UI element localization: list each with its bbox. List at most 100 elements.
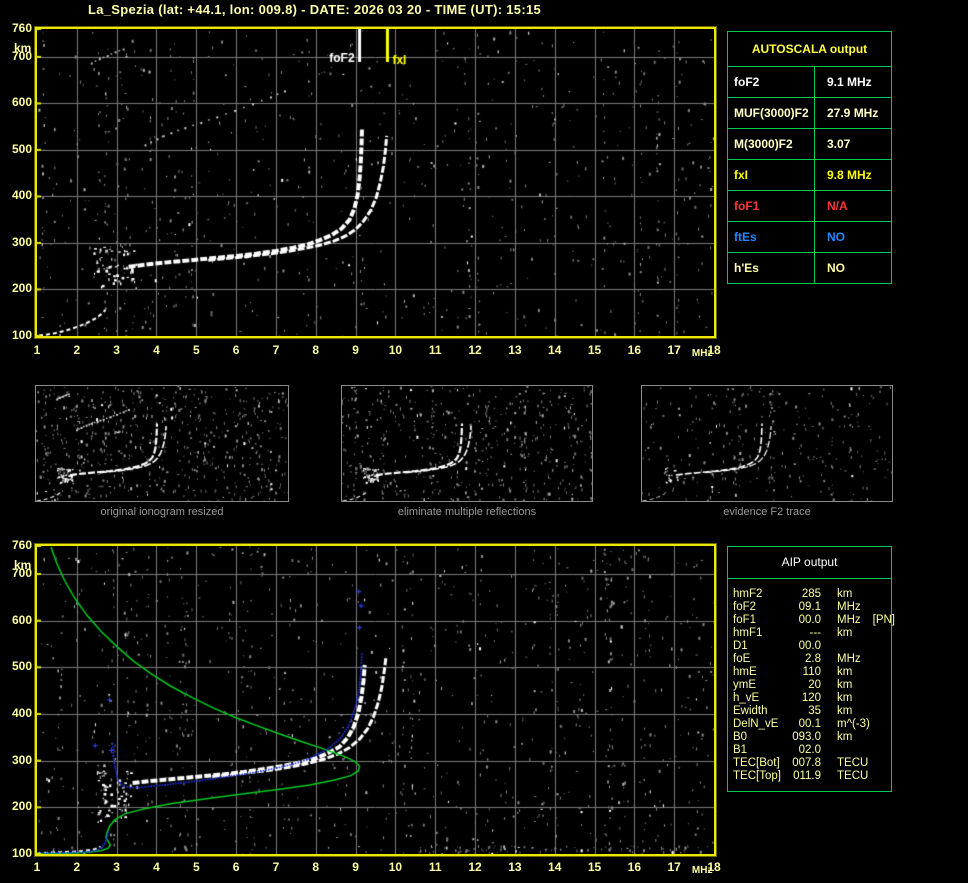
aip-row-label: foE: [733, 653, 751, 665]
aip-row-value: 011.9: [793, 770, 821, 782]
thumbnail-original-canvas: [36, 386, 288, 501]
aip-row-value: 007.8: [792, 757, 821, 769]
x-axis-label-top: 3: [113, 343, 120, 357]
x-axis-label-top: 4: [153, 343, 160, 357]
aip-row-unit: km: [837, 679, 853, 691]
profile-ionogram-canvas: [37, 546, 714, 854]
aip-row-value: 35: [808, 705, 821, 717]
scaled-ionogram-canvas: [37, 29, 714, 336]
x-axis-label-bottom: 13: [508, 860, 522, 874]
y-axis-label-top: 100: [11, 328, 32, 342]
aip-row-label: foF2: [733, 601, 757, 613]
thumbnail-original-ionogram: [35, 385, 289, 502]
x-axis-label-bottom: 12: [468, 860, 482, 874]
scaled-ionogram-chart: [34, 26, 717, 339]
page-title: La_Spezia (lat: +44.1, lon: 009.8) - DAT…: [88, 2, 542, 17]
aip-row-fof1: foF1 00.0 MHz [PN]: [728, 614, 895, 627]
x-axis-label-top: 17: [667, 343, 681, 357]
x-axis-label-bottom: 9: [352, 860, 359, 874]
aip-row-foe: foE 2.8 MHz: [728, 653, 891, 666]
autoscala-app-window: { "title": "La_Spezia (lat: +44.1, lon: …: [0, 0, 968, 883]
x-axis-label-top: 6: [232, 343, 240, 357]
autoscala-row-label: M(3000)F2: [728, 129, 815, 159]
aip-row-value: ---: [809, 627, 822, 639]
profile-ionogram-chart: [34, 543, 717, 857]
aip-row-extra: [PN]: [872, 614, 896, 626]
aip-row-unit: km: [837, 705, 853, 717]
aip-row-unit: TECU: [837, 770, 869, 782]
autoscala-row-label: foF2: [728, 67, 815, 97]
autoscala-row-h-es: h'Es NO: [728, 253, 891, 283]
aip-row-unit: km: [837, 588, 853, 600]
x-axis-label-top: 14: [548, 343, 562, 357]
x-axis-label-bottom: 11: [428, 860, 442, 874]
aip-row-unit: m^(-3): [837, 718, 870, 730]
aip-row-fof2: foF2 09.1 MHz: [728, 601, 891, 614]
aip-row-hmf1: hmF1 --- km: [728, 627, 891, 640]
y-axis-label-bottom: 200: [11, 799, 32, 814]
aip-row-h-ve: h_vE 120 km: [728, 692, 891, 705]
x-axis-label-top: 9: [352, 343, 359, 357]
autoscala-row-ftes: ftEs NO: [728, 222, 891, 253]
thumbnail-caption-original: original ionogram resized: [100, 506, 224, 518]
aip-row-value: 00.0: [798, 640, 821, 652]
aip-row-label: DelN_vE: [733, 718, 779, 730]
thumbnail-evidence-canvas: [642, 386, 892, 501]
x-axis-label-bottom: 15: [587, 860, 602, 874]
aip-row-value: 285: [801, 588, 821, 600]
x-axis-label-top: 13: [508, 343, 522, 357]
autoscala-row-muf-3000-f2: MUF(3000)F2 27.9 MHz: [728, 98, 891, 129]
autoscala-output-table: AUTOSCALA output foF2 9.1 MHz MUF(3000)F2 2…: [727, 31, 892, 284]
y-axis-unit-bottom: km: [14, 558, 32, 572]
aip-row-hme: hmE 110 km: [728, 666, 891, 679]
aip-row-unit: km: [837, 666, 853, 678]
y-axis-label-bottom: 760: [11, 538, 32, 552]
autoscala-row-value: NO: [827, 261, 845, 275]
y-axis-label-bottom: 100: [11, 846, 32, 860]
aip-row-label: foF1: [733, 614, 757, 626]
x-axis-label-bottom: 16: [627, 860, 642, 874]
x-axis-label-top: 15: [587, 343, 602, 357]
y-axis-label-bottom: 600: [11, 612, 32, 627]
aip-row-label: TEC[Top]: [733, 770, 781, 782]
x-axis-label-bottom: 5: [192, 860, 200, 874]
autoscala-row-label: h'Es: [728, 253, 815, 283]
aip-row-label: ymE: [733, 679, 756, 691]
aip-row-label: B0: [733, 731, 748, 743]
x-axis-label-top: 16: [627, 343, 642, 357]
aip-row-value: 093.0: [792, 731, 821, 743]
autoscala-row-label: MUF(3000)F2: [728, 98, 815, 128]
aip-row-label: h_vE: [733, 692, 760, 704]
aip-row-value: 20: [808, 679, 821, 691]
aip-row-value: 00.1: [798, 718, 821, 730]
autoscala-row-label: foF1: [728, 191, 815, 221]
x-axis-label-bottom: 6: [232, 860, 240, 874]
aip-row-value: 110: [802, 666, 821, 678]
autoscala-row-value: 9.8 MHz: [827, 168, 872, 182]
y-axis-label-bottom: 300: [11, 752, 32, 767]
aip-row-ewidth: Ewidth 35 km: [728, 705, 891, 718]
thumbnail-evidence-f2: [641, 385, 893, 502]
autoscala-row-value: 3.07: [827, 137, 851, 151]
y-axis-label-top: 760: [11, 21, 32, 35]
aip-row-unit: km: [837, 731, 853, 743]
aip-row-label: hmE: [733, 666, 757, 678]
x-axis-label-bottom: 17: [667, 860, 681, 874]
autoscala-row-label: fxI: [728, 160, 815, 190]
aip-row-label: TEC[Bot]: [733, 757, 780, 769]
thumbnail-caption-eliminate: eliminate multiple reflections: [397, 506, 537, 518]
aip-row-unit: km: [837, 692, 853, 704]
aip-row-unit: MHz: [837, 614, 861, 626]
autoscala-row-fof2: foF2 9.1 MHz: [728, 67, 891, 98]
autoscala-row-value: 27.9 MHz: [827, 106, 879, 120]
x-axis-label-top: 8: [312, 343, 320, 357]
aip-row-d1: D1 00.0: [728, 640, 891, 653]
autoscala-table-header: AUTOSCALA output: [728, 32, 891, 67]
aip-row-label: hmF1: [733, 627, 763, 639]
aip-row-unit: MHz: [837, 653, 861, 665]
x-axis-label-top: 12: [468, 343, 482, 357]
y-axis-label-bottom: 400: [11, 706, 32, 720]
aip-row-label: hmF2: [733, 588, 763, 600]
x-axis-unit-top: MHz: [691, 348, 713, 359]
x-axis-label-bottom: 8: [312, 860, 320, 874]
